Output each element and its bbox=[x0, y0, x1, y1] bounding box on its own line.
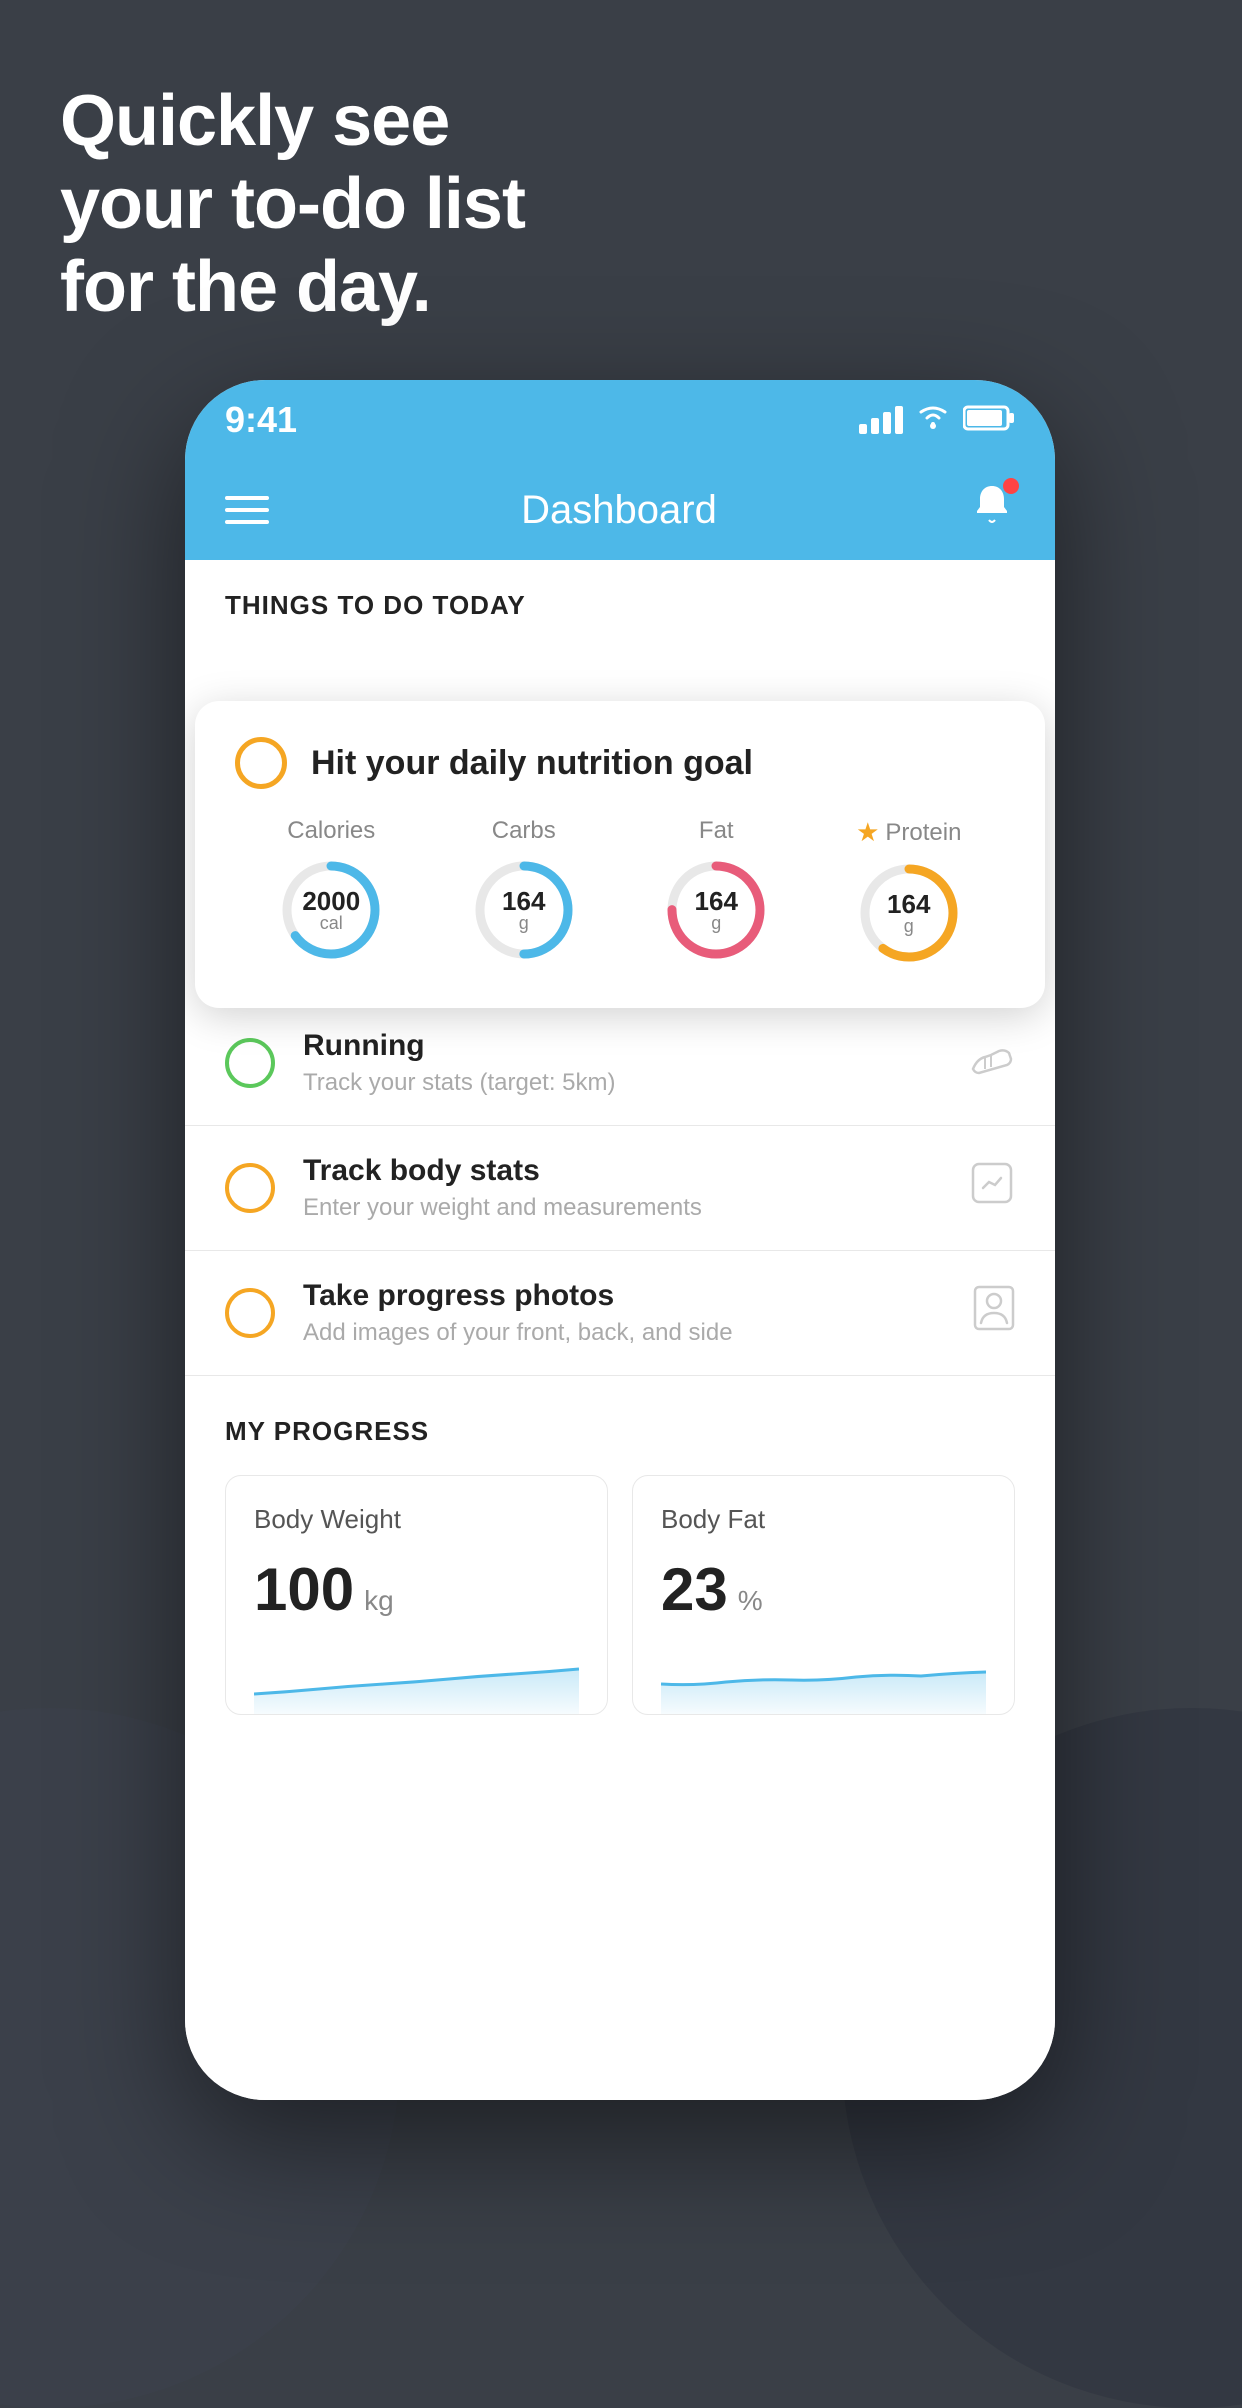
nutrition-card-title: Hit your daily nutrition goal bbox=[311, 744, 753, 783]
star-icon: ★ bbox=[856, 817, 879, 848]
body-fat-unit: % bbox=[738, 1585, 763, 1617]
todo-title-body-stats: Track body stats bbox=[303, 1154, 941, 1188]
card-title-row: Hit your daily nutrition goal bbox=[235, 737, 1005, 789]
nutrition-card: Hit your daily nutrition goal Calories bbox=[195, 701, 1045, 1008]
protein-label: ★ Protein bbox=[856, 817, 961, 848]
nutrition-stats: Calories 2000 cal bbox=[235, 817, 1005, 968]
status-time: 9:41 bbox=[225, 399, 297, 441]
body-fat-value-row: 23 % bbox=[661, 1555, 986, 1624]
nutrition-carbs: Carbs 164 g bbox=[469, 817, 579, 965]
progress-header: MY PROGRESS bbox=[225, 1416, 1015, 1447]
body-fat-chart bbox=[661, 1644, 986, 1714]
notification-dot bbox=[1003, 478, 1019, 494]
body-weight-value: 100 bbox=[254, 1555, 354, 1624]
fat-label: Fat bbox=[699, 817, 734, 845]
body-fat-title: Body Fat bbox=[661, 1504, 986, 1535]
status-icons bbox=[859, 402, 1015, 438]
todo-sub-body-stats: Enter your weight and measurements bbox=[303, 1194, 941, 1222]
carbs-label: Carbs bbox=[492, 817, 556, 845]
protein-ring: 164 g bbox=[854, 858, 964, 968]
bell-icon[interactable] bbox=[969, 482, 1015, 539]
nutrition-fat: Fat 164 g bbox=[661, 817, 771, 965]
nutrition-check-circle[interactable] bbox=[235, 737, 287, 789]
todo-circle-body-stats bbox=[225, 1163, 275, 1213]
todo-circle-running bbox=[225, 1038, 275, 1088]
phone-content: THINGS TO DO TODAY Hit your daily nutrit… bbox=[185, 560, 1055, 2100]
body-weight-unit: kg bbox=[364, 1585, 394, 1617]
phone-frame: 9:41 bbox=[185, 380, 1055, 2100]
progress-section: MY PROGRESS Body Weight 100 kg bbox=[185, 1376, 1055, 1715]
things-to-do-header: THINGS TO DO TODAY bbox=[225, 590, 526, 620]
scale-icon bbox=[969, 1160, 1015, 1216]
body-fat-value: 23 bbox=[661, 1555, 728, 1624]
signal-icon bbox=[859, 406, 903, 434]
todo-item-body-stats[interactable]: Track body stats Enter your weight and m… bbox=[185, 1126, 1055, 1251]
fat-ring: 164 g bbox=[661, 855, 771, 965]
section-header: THINGS TO DO TODAY bbox=[185, 560, 1055, 641]
nutrition-protein: ★ Protein 164 g bbox=[854, 817, 964, 968]
nav-bar: Dashboard bbox=[185, 460, 1055, 560]
hamburger-menu[interactable] bbox=[225, 496, 269, 524]
todo-list: Running Track your stats (target: 5km) T… bbox=[185, 1001, 1055, 1376]
body-weight-card: Body Weight 100 kg bbox=[225, 1475, 608, 1715]
todo-sub-running: Track your stats (target: 5km) bbox=[303, 1069, 941, 1097]
headline: Quickly see your to-do list for the day. bbox=[60, 80, 525, 328]
todo-title-running: Running bbox=[303, 1029, 941, 1063]
todo-item-running[interactable]: Running Track your stats (target: 5km) bbox=[185, 1001, 1055, 1126]
body-weight-value-row: 100 kg bbox=[254, 1555, 579, 1624]
todo-item-photos[interactable]: Take progress photos Add images of your … bbox=[185, 1251, 1055, 1376]
person-icon bbox=[973, 1285, 1015, 1341]
calories-ring: 2000 cal bbox=[276, 855, 386, 965]
todo-text-body-stats: Track body stats Enter your weight and m… bbox=[303, 1154, 941, 1222]
body-weight-chart bbox=[254, 1644, 579, 1714]
todo-title-photos: Take progress photos bbox=[303, 1279, 945, 1313]
calories-label: Calories bbox=[287, 817, 375, 845]
todo-circle-photos bbox=[225, 1288, 275, 1338]
battery-icon bbox=[963, 404, 1015, 437]
status-bar: 9:41 bbox=[185, 380, 1055, 460]
todo-text-running: Running Track your stats (target: 5km) bbox=[303, 1029, 941, 1097]
todo-sub-photos: Add images of your front, back, and side bbox=[303, 1319, 945, 1347]
body-weight-title: Body Weight bbox=[254, 1504, 579, 1535]
todo-text-photos: Take progress photos Add images of your … bbox=[303, 1279, 945, 1347]
nav-title: Dashboard bbox=[521, 488, 717, 533]
carbs-ring: 164 g bbox=[469, 855, 579, 965]
nutrition-calories: Calories 2000 cal bbox=[276, 817, 386, 965]
wifi-icon bbox=[915, 402, 951, 438]
progress-cards: Body Weight 100 kg bbox=[225, 1475, 1015, 1715]
shoe-icon bbox=[969, 1039, 1015, 1087]
body-fat-card: Body Fat 23 % bbox=[632, 1475, 1015, 1715]
